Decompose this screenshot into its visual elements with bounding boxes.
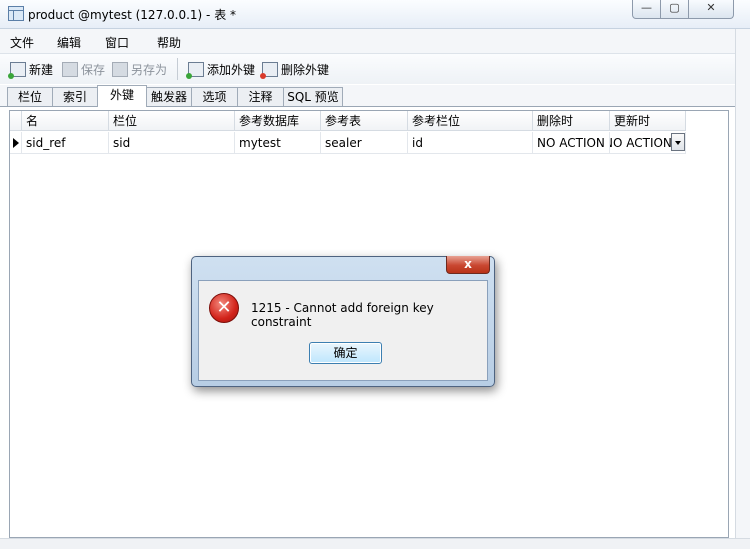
menu-window[interactable]: 窗口: [105, 34, 129, 51]
tab-sql-preview[interactable]: SQL 预览: [283, 87, 343, 106]
header-ref-database: 参考数据库: [235, 111, 321, 131]
add-foreign-key-button[interactable]: 添加外键: [186, 60, 256, 79]
dialog-body: ✕ 1215 - Cannot add foreign key constrai…: [198, 280, 488, 381]
tab-foreign-keys[interactable]: 外键: [97, 85, 147, 107]
menu-bar: 文件 编辑 窗口 帮助: [0, 29, 750, 54]
minimize-button[interactable]: —: [632, 0, 661, 19]
delete-foreign-key-button[interactable]: 删除外键: [260, 60, 330, 79]
save-as-button-label: 另存为: [131, 62, 168, 77]
grid-header: 名 栏位 参考数据库 参考表 参考栏位 删除时 更新时: [10, 111, 686, 131]
title-bar: product @mytest (127.0.0.1) - 表 * — ▢ ✕: [0, 0, 750, 29]
cell-ref-field[interactable]: id: [408, 132, 533, 154]
ok-button[interactable]: 确定: [309, 342, 382, 364]
error-icon: ✕: [209, 293, 239, 323]
right-panel-edge: [735, 29, 750, 538]
tab-triggers[interactable]: 触发器: [146, 87, 192, 106]
tab-options[interactable]: 选项: [191, 87, 238, 106]
dropdown-arrow-icon[interactable]: [671, 133, 685, 151]
save-as-button[interactable]: 另存为: [112, 60, 167, 78]
cell-ref-table[interactable]: sealer: [321, 132, 408, 154]
status-strip: [0, 538, 750, 549]
dialog-close-button[interactable]: x: [446, 256, 490, 274]
header-on-delete: 删除时: [533, 111, 610, 131]
tab-indexes[interactable]: 索引: [52, 87, 98, 106]
add-foreign-key-label: 添加外键: [207, 62, 256, 77]
tab-comments[interactable]: 注释: [237, 87, 284, 106]
menu-file[interactable]: 文件: [10, 34, 34, 51]
menu-help[interactable]: 帮助: [157, 34, 181, 51]
error-message: 1215 - Cannot add foreign key constraint: [251, 301, 434, 329]
header-name: 名: [22, 111, 109, 131]
save-button[interactable]: 保存: [62, 60, 105, 78]
cell-name[interactable]: sid_ref: [22, 132, 109, 154]
row-indicator: [10, 132, 22, 154]
header-indicator: [10, 111, 22, 131]
save-disk-icon: [62, 61, 78, 77]
error-dialog: x ✕ 1215 - Cannot add foreign key constr…: [191, 256, 495, 387]
cell-on-update-value: NO ACTION: [610, 136, 672, 150]
new-table-icon: [8, 61, 26, 79]
save-button-label: 保存: [81, 62, 106, 77]
save-as-disk-icon: [112, 61, 128, 77]
cell-on-delete[interactable]: NO ACTION: [533, 132, 610, 154]
header-field: 栏位: [109, 111, 235, 131]
toolbar: 新建 保存 另存为 添加外键 删除外键: [0, 54, 750, 84]
table-row[interactable]: sid_ref sid mytest sealer id NO ACTION N…: [10, 132, 686, 154]
header-on-update: 更新时: [610, 111, 686, 131]
maximize-button[interactable]: ▢: [660, 0, 689, 19]
close-window-button[interactable]: ✕: [688, 0, 734, 19]
row-pointer-icon: [13, 138, 19, 148]
new-button-label: 新建: [29, 62, 54, 77]
cell-on-update[interactable]: NO ACTION: [610, 132, 686, 154]
cell-field[interactable]: sid: [109, 132, 235, 154]
delete-foreign-key-label: 删除外键: [281, 62, 330, 77]
menu-edit[interactable]: 编辑: [57, 34, 81, 51]
add-foreign-key-icon: [186, 61, 204, 79]
toolbar-separator: [177, 58, 178, 80]
window-title: product @mytest (127.0.0.1) - 表 *: [28, 8, 237, 22]
header-ref-field: 参考栏位: [408, 111, 533, 131]
tab-fields[interactable]: 栏位: [7, 87, 53, 106]
header-ref-table: 参考表: [321, 111, 408, 131]
delete-foreign-key-icon: [260, 61, 278, 79]
table-app-icon: [8, 6, 24, 21]
cell-ref-database[interactable]: mytest: [235, 132, 321, 154]
tab-bar: 栏位 索引 外键 触发器 选项 注释 SQL 预览: [0, 85, 750, 107]
new-button[interactable]: 新建: [8, 60, 54, 79]
